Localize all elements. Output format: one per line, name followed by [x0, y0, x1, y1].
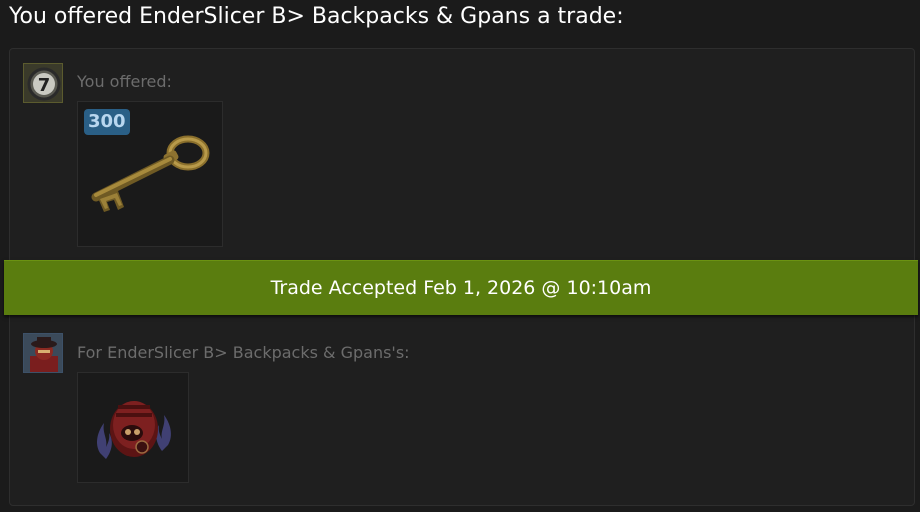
- trade-accepted-banner: Trade Accepted Feb 1, 2026 @ 10:10am: [4, 260, 918, 315]
- character-avatar-icon: [24, 334, 62, 372]
- trade-status-text: Trade Accepted Feb 1, 2026 @ 10:10am: [270, 277, 652, 299]
- partner-avatar[interactable]: [23, 333, 63, 373]
- svg-text:7: 7: [38, 75, 51, 96]
- seven-badge-icon: 7: [24, 64, 62, 102]
- quantity-badge: 300: [84, 109, 130, 135]
- item-tile-hat[interactable]: [77, 372, 189, 483]
- page-title: You offered EnderSlicer B> Backpacks & G…: [9, 4, 624, 29]
- hat-icon: [97, 401, 171, 459]
- partner-items-label: For EnderSlicer B> Backpacks & Gpans's:: [77, 343, 410, 362]
- trade-offer-page: You offered EnderSlicer B> Backpacks & G…: [0, 0, 920, 512]
- your-avatar[interactable]: 7: [23, 63, 63, 103]
- item-tile-key[interactable]: 300: [77, 101, 223, 247]
- you-offered-label: You offered:: [77, 72, 172, 91]
